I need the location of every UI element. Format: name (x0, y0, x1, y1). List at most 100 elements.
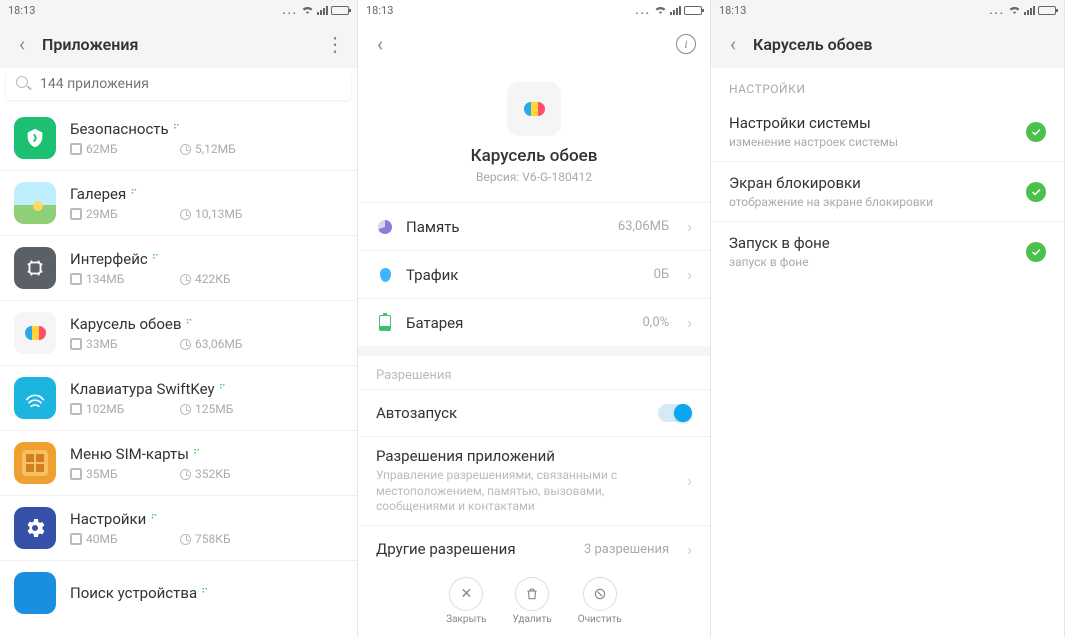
running-indicator-icon: ⠋ (173, 124, 181, 135)
row-autostart[interactable]: Автозапуск (358, 389, 710, 436)
running-indicator-icon: ⠋ (152, 254, 160, 265)
status-bar: 18:13 ... (358, 0, 710, 20)
signal-icon (670, 6, 681, 15)
app-name: Безопасность (70, 120, 169, 138)
app-name: Меню SIM-карты (70, 445, 189, 463)
status-time: 18:13 (8, 4, 35, 17)
permission-row[interactable]: Настройки системы изменение настроек сис… (711, 102, 1064, 161)
page-title: Карусель обоев (753, 35, 1054, 54)
battery-icon (376, 314, 394, 332)
app-details-screen: 18:13 ... ‹ i Карусель обоев Версия: V6-… (358, 0, 711, 637)
check-icon (1026, 182, 1046, 202)
permissions-list: Настройки системы изменение настроек сис… (711, 102, 1064, 281)
app-row[interactable]: Клавиатура SwiftKey ⠋ 102МБ 125МБ (0, 365, 357, 430)
permission-subtitle: запуск в фоне (729, 255, 1014, 269)
app-name: Клавиатура SwiftKey (70, 380, 215, 398)
section-label: Разрешения (358, 356, 710, 389)
app-hero: Карусель обоев Версия: V6-G-180412 (358, 68, 710, 202)
chip-icon (70, 338, 82, 350)
app-name: Галерея (70, 185, 126, 203)
row-battery[interactable]: Батарея 0,0% › (358, 298, 710, 346)
signal-icon (317, 6, 328, 15)
back-button[interactable]: ‹ (368, 32, 392, 56)
app-row[interactable]: Безопасность ⠋ 62МБ 5,12МБ (0, 106, 357, 170)
search-icon (16, 76, 32, 92)
battery-icon (331, 6, 349, 15)
chevron-right-icon: › (687, 265, 692, 284)
permission-title: Экран блокировки (729, 174, 1014, 192)
delete-button[interactable]: Удалить (513, 577, 552, 625)
battery-icon (1038, 6, 1056, 15)
page-title: Приложения (42, 35, 315, 54)
app-icon (14, 572, 56, 614)
app-icon (14, 442, 56, 484)
permission-row[interactable]: Запуск в фоне запуск в фоне (711, 221, 1064, 281)
memory-icon (376, 218, 394, 236)
back-button[interactable]: ‹ (721, 32, 745, 56)
app-row[interactable]: Интерфейс ⠋ 134МБ 422КБ (0, 235, 357, 300)
battery-icon (684, 6, 702, 15)
app-row[interactable]: Галерея ⠋ 29МБ 10,13МБ (0, 170, 357, 235)
overflow-menu-button[interactable]: ⋮ (323, 32, 347, 56)
clear-button[interactable]: Очистить (578, 577, 622, 625)
app-permissions-screen: 18:13 ... ‹ Карусель обоев НАСТРОЙКИ Нас… (711, 0, 1065, 637)
app-name: Интерфейс (70, 250, 148, 268)
check-icon (1026, 242, 1046, 262)
app-icon (14, 247, 56, 289)
close-icon: ✕ (449, 577, 483, 611)
running-indicator-icon: ⠋ (130, 189, 138, 200)
row-other-permissions[interactable]: Другие разрешения 3 разрешения › (358, 525, 710, 573)
more-dots-icon: ... (635, 4, 651, 17)
chip-icon (70, 403, 82, 415)
search-input[interactable] (40, 76, 341, 92)
permission-subtitle: изменение настроек системы (729, 135, 1014, 149)
permission-row[interactable]: Экран блокировки отображение на экране б… (711, 161, 1064, 221)
signal-icon (1024, 6, 1035, 15)
running-indicator-icon: ⠋ (150, 514, 158, 525)
row-traffic[interactable]: Трафик 0Б › (358, 250, 710, 298)
app-name: Карусель обоев (70, 315, 181, 333)
clock-icon (180, 274, 191, 285)
clock-icon (180, 469, 191, 480)
app-hero-version: Версия: V6-G-180412 (476, 170, 592, 184)
apps-list-screen: 18:13 ... ‹ Приложения ⋮ Безопасность ⠋ … (0, 0, 358, 637)
app-row[interactable]: Карусель обоев ⠋ 33МБ 63,06МБ (0, 300, 357, 365)
chip-icon (70, 533, 82, 545)
search-field[interactable] (6, 68, 351, 100)
status-time: 18:13 (366, 4, 393, 17)
app-row[interactable]: Поиск устройства ⠋ (0, 560, 357, 625)
chevron-right-icon: › (687, 471, 692, 490)
status-bar: 18:13 ... (0, 0, 357, 20)
wifi-icon (654, 4, 667, 17)
chevron-right-icon: › (687, 313, 692, 332)
bottom-actions: ✕ Закрыть Удалить Очистить (358, 569, 710, 633)
running-indicator-icon: ⠋ (185, 319, 193, 330)
app-icon (14, 377, 56, 419)
back-button[interactable]: ‹ (10, 32, 34, 56)
app-icon (14, 507, 56, 549)
app-row[interactable]: Настройки ⠋ 40МБ 758КБ (0, 495, 357, 560)
row-memory[interactable]: Память 63,06МБ › (358, 202, 710, 250)
details-list: Память 63,06МБ › Трафик 0Б › Батарея 0,0… (358, 202, 710, 346)
permission-title: Настройки системы (729, 114, 1014, 132)
chevron-right-icon: › (687, 217, 692, 236)
info-button[interactable]: i (676, 34, 696, 54)
clock-icon (180, 144, 191, 155)
app-name: Поиск устройства (70, 584, 197, 602)
app-hero-icon (507, 82, 561, 136)
app-row[interactable]: Меню SIM-карты ⠋ 35МБ 352КБ (0, 430, 357, 495)
header: ‹ i (358, 20, 710, 68)
traffic-icon (376, 266, 394, 284)
row-app-permissions[interactable]: Разрешения приложений Управление разреше… (358, 436, 710, 525)
header: ‹ Карусель обоев (711, 20, 1064, 68)
chip-icon (70, 143, 82, 155)
chip-icon (70, 208, 82, 220)
trash-icon (515, 577, 549, 611)
chip-icon (70, 468, 82, 480)
close-button[interactable]: ✕ Закрыть (446, 577, 486, 625)
more-dots-icon: ... (989, 4, 1005, 17)
running-indicator-icon: ⠋ (193, 449, 201, 460)
autostart-toggle[interactable] (658, 404, 692, 422)
permission-title: Запуск в фоне (729, 234, 1014, 252)
apps-list[interactable]: Безопасность ⠋ 62МБ 5,12МБ Галерея ⠋ 29М… (0, 106, 357, 637)
